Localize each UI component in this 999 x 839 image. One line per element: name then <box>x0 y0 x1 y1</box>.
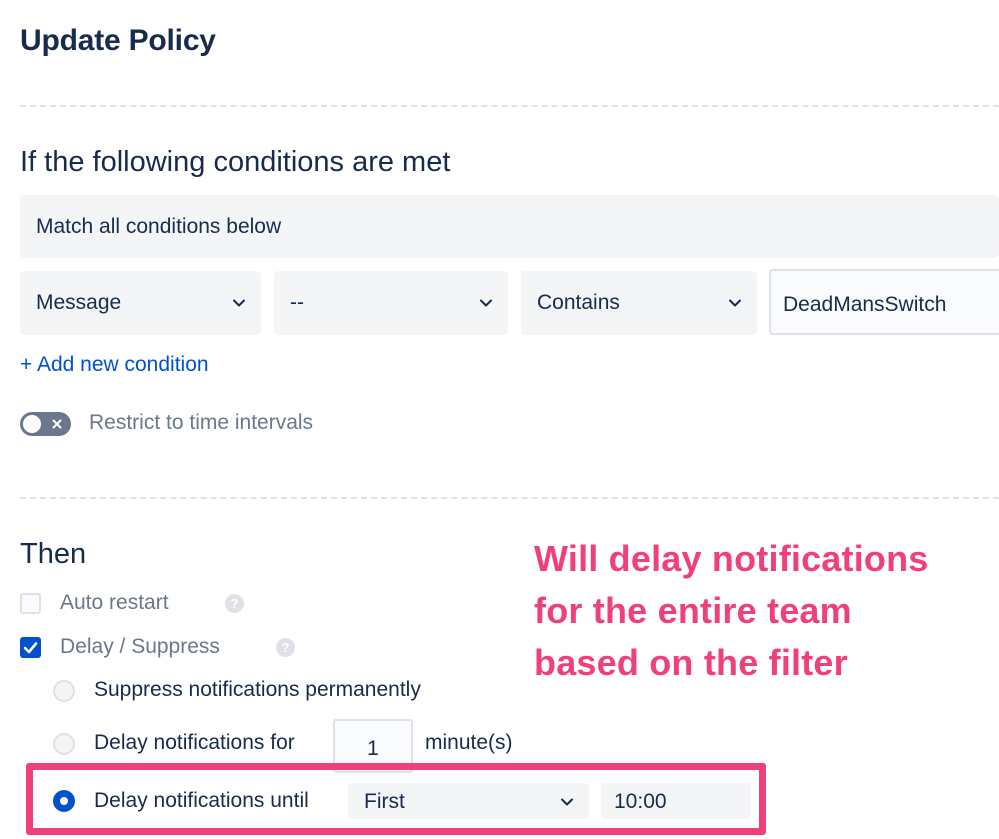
add-condition-link[interactable]: + Add new condition <box>20 353 209 377</box>
condition-field-value: Message <box>36 291 122 314</box>
condition-negation-select[interactable]: -- <box>274 271 508 335</box>
delay-for-radio[interactable] <box>53 733 75 755</box>
delay-minutes-value: 1 <box>367 737 379 760</box>
divider <box>20 105 999 107</box>
suppress-permanently-radio[interactable] <box>53 680 75 702</box>
restrict-time-toggle[interactable] <box>20 412 71 436</box>
restrict-time-label: Restrict to time intervals <box>89 411 314 434</box>
delay-suppress-label: Delay / Suppress <box>60 635 220 658</box>
question-circle-icon[interactable]: ? <box>225 594 244 613</box>
auto-restart-checkbox[interactable] <box>20 593 41 614</box>
condition-value-text: DeadMansSwitch <box>783 293 947 316</box>
page-title: Update Policy <box>20 24 216 57</box>
chevron-down-icon <box>729 299 741 307</box>
delay-unit-label: minute(s) <box>425 731 513 754</box>
condition-operator-value: Contains <box>537 291 620 314</box>
chevron-down-icon <box>233 299 245 307</box>
question-circle-icon[interactable]: ? <box>276 638 295 657</box>
conditions-heading: If the following conditions are met <box>20 146 451 178</box>
close-icon <box>52 419 62 429</box>
suppress-permanently-label: Suppress notifications permanently <box>94 678 421 701</box>
delay-suppress-checkbox[interactable] <box>20 637 41 658</box>
auto-restart-label: Auto restart <box>60 591 169 614</box>
check-icon <box>23 642 38 654</box>
condition-operator-select[interactable]: Contains <box>521 271 757 335</box>
annotation-highlight-box <box>26 763 766 835</box>
condition-field-select[interactable]: Message <box>20 271 261 335</box>
chevron-down-icon <box>480 299 492 307</box>
match-mode-select[interactable]: Match all conditions below <box>20 195 999 258</box>
annotation-line: for the entire team <box>534 590 852 631</box>
divider <box>20 497 999 499</box>
delay-for-label: Delay notifications for <box>94 731 295 754</box>
toggle-knob <box>23 415 41 433</box>
condition-value-input[interactable]: DeadMansSwitch <box>769 269 999 335</box>
annotation-line: based on the filter <box>534 642 848 683</box>
condition-negation-value: -- <box>290 291 304 314</box>
then-heading: Then <box>20 538 87 570</box>
annotation-text: Will delay notifications for the entire … <box>534 533 929 689</box>
match-mode-label: Match all conditions below <box>36 215 282 238</box>
annotation-line: Will delay notifications <box>534 538 929 579</box>
